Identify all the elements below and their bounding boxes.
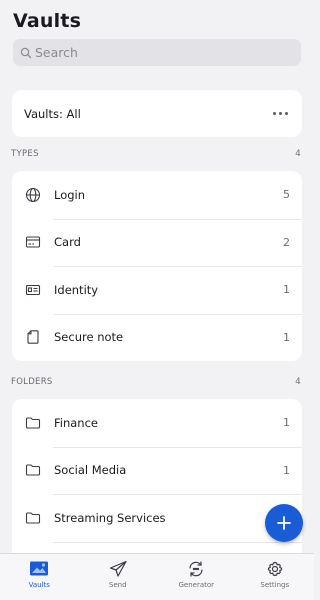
- folder-item-label: Social Media: [54, 463, 127, 478]
- type-item-count: 5: [283, 188, 290, 202]
- types-heading: TYPES: [11, 149, 39, 159]
- search-icon: [20, 47, 32, 58]
- folders-heading: FOLDERS: [11, 377, 53, 387]
- folder-item-streaming-services[interactable]: Streaming Services: [12, 494, 302, 542]
- types-section-header: TYPES 4: [0, 137, 314, 171]
- vault-icon: [30, 561, 49, 576]
- id-card-icon: [25, 282, 41, 298]
- tab-send[interactable]: Send: [88, 554, 148, 589]
- add-item-button[interactable]: [265, 504, 303, 542]
- tab-vaults[interactable]: Vaults: [9, 554, 69, 589]
- folder-icon: [25, 462, 41, 478]
- type-item-identity[interactable]: Identity 1: [12, 266, 302, 314]
- page-title: Vaults: [13, 10, 82, 32]
- note-icon: [25, 329, 41, 345]
- tab-label: Generator: [178, 581, 215, 589]
- gear-icon: [267, 561, 282, 577]
- folder-item-label: Finance: [54, 415, 98, 430]
- generator-icon: [189, 561, 203, 577]
- header: Vaults Search: [0, 0, 314, 66]
- more-horizontal-icon[interactable]: [271, 106, 290, 121]
- send-icon: [109, 560, 127, 577]
- vault-filter[interactable]: Vaults: All: [12, 90, 302, 137]
- folder-item-social-media[interactable]: Social Media 1: [12, 446, 302, 495]
- search-input[interactable]: Search: [13, 39, 301, 66]
- type-item-count: 1: [283, 330, 290, 344]
- type-item-card[interactable]: Card 2: [12, 218, 302, 267]
- type-item-login[interactable]: Login 5: [12, 171, 302, 219]
- globe-icon: [25, 187, 41, 203]
- tab-generator[interactable]: Generator: [166, 554, 226, 589]
- folders-count: 4: [295, 377, 301, 387]
- tab-label: Vaults: [28, 581, 50, 589]
- types-count: 4: [295, 149, 301, 159]
- vault-filter-label: Vaults: All: [24, 106, 81, 121]
- tab-label: Send: [108, 581, 127, 589]
- folder-item-label: Streaming Services: [54, 510, 166, 525]
- folder-item-count: 1: [283, 416, 290, 430]
- credit-card-icon: [25, 234, 41, 250]
- folder-item-count: 1: [283, 463, 290, 477]
- types-list: Login 5 Card 2 Identity 1 Secure note 1: [12, 171, 302, 361]
- type-item-count: 2: [283, 235, 290, 249]
- type-item-label: Identity: [54, 282, 99, 297]
- folder-icon: [25, 415, 41, 431]
- tab-label: Settings: [260, 581, 290, 589]
- type-item-count: 1: [283, 283, 290, 297]
- search-placeholder: Search: [35, 45, 78, 60]
- tab-bar: Vaults Send Generator Settings: [0, 553, 314, 600]
- type-item-label: Secure note: [54, 330, 124, 345]
- tab-settings[interactable]: Settings: [245, 554, 305, 589]
- type-item-secure-note[interactable]: Secure note 1: [12, 313, 302, 362]
- folder-item-finance[interactable]: Finance 1: [12, 399, 302, 447]
- type-item-label: Login: [54, 187, 86, 202]
- plus-icon: [277, 516, 291, 530]
- folder-icon: [25, 510, 41, 526]
- type-item-label: Card: [54, 235, 81, 250]
- folders-section-header: FOLDERS 4: [0, 365, 314, 399]
